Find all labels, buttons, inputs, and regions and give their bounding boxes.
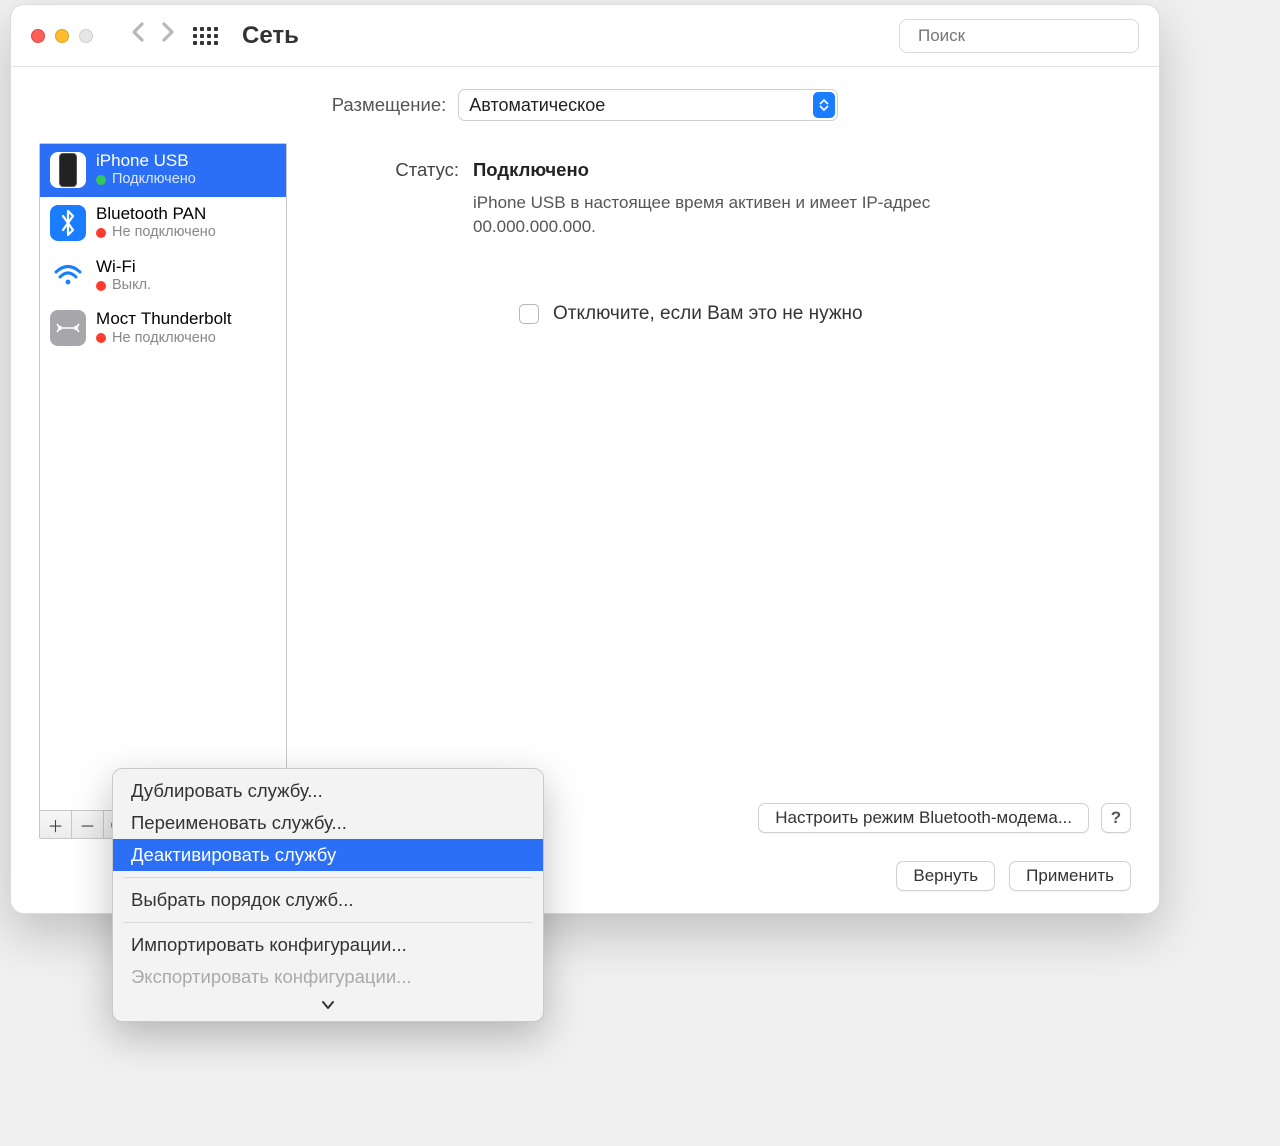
wifi-icon [50, 257, 86, 293]
menu-export-configurations[interactable]: Экспортировать конфигурации... [113, 961, 543, 993]
menu-separator [123, 922, 533, 923]
chevron-right-icon [160, 21, 176, 43]
zoom-window-button[interactable] [79, 29, 93, 43]
select-stepper-icon [813, 92, 835, 118]
search-field[interactable] [899, 19, 1139, 53]
apply-button[interactable]: Применить [1009, 861, 1131, 891]
menu-separator [123, 877, 533, 878]
status-block: Статус: Подключено iPhone USB в настояще… [303, 143, 1131, 239]
menu-rename-service[interactable]: Переименовать службу... [113, 807, 543, 839]
disable-if-not-needed-checkbox[interactable] [519, 304, 539, 324]
iphone-icon [50, 152, 86, 188]
window-controls [31, 29, 93, 43]
menu-duplicate-service[interactable]: Дублировать службу... [113, 775, 543, 807]
menu-deactivate-service[interactable]: Деактивировать службу [113, 839, 543, 871]
thunderbolt-bridge-icon [50, 310, 86, 346]
location-value: Автоматическое [469, 95, 605, 116]
status-value: Подключено [473, 159, 1131, 181]
search-input[interactable] [918, 26, 1139, 46]
location-row: Размещение: Автоматическое [11, 67, 1159, 143]
content-area: iPhone USB Подключено Bluetooth PAN Не п… [11, 143, 1159, 861]
status-dot-icon [96, 281, 106, 291]
services-sidebar: iPhone USB Подключено Bluetooth PAN Не п… [39, 143, 287, 839]
sidebar-item-thunderbolt-bridge[interactable]: Мост Thunderbolt Не подключено [40, 302, 286, 355]
add-service-button[interactable]: ＋ [40, 811, 72, 838]
status-dot-icon [96, 333, 106, 343]
location-select[interactable]: Автоматическое [458, 89, 838, 121]
page-title: Сеть [242, 22, 299, 50]
disable-if-not-needed-row: Отключите, если Вам это не нужно [519, 303, 1131, 325]
remove-service-button[interactable]: － [72, 811, 104, 838]
revert-button[interactable]: Вернуть [896, 861, 995, 891]
status-label: Статус: [363, 159, 459, 239]
service-list: iPhone USB Подключено Bluetooth PAN Не п… [40, 144, 286, 810]
menu-set-service-order[interactable]: Выбрать порядок служб... [113, 884, 543, 916]
location-label: Размещение: [332, 94, 447, 116]
close-window-button[interactable] [31, 29, 45, 43]
service-name: Мост Thunderbolt [96, 309, 232, 329]
menu-import-configurations[interactable]: Импортировать конфигурации... [113, 929, 543, 961]
forward-button[interactable] [153, 21, 183, 50]
status-dot-icon [96, 228, 106, 238]
bluetooth-icon [50, 205, 86, 241]
sidebar-item-wifi[interactable]: Wi-Fi Выкл. [40, 250, 286, 303]
service-name: Wi-Fi [96, 257, 151, 277]
sidebar-item-bluetooth-pan[interactable]: Bluetooth PAN Не подключено [40, 197, 286, 250]
chevron-left-icon [130, 21, 146, 43]
status-description: iPhone USB в настоящее время активен и и… [473, 191, 1013, 239]
titlebar: Сеть [11, 5, 1159, 67]
service-name: Bluetooth PAN [96, 204, 216, 224]
help-button[interactable]: ? [1101, 803, 1131, 833]
service-details-panel: Статус: Подключено iPhone USB в настояще… [303, 143, 1131, 839]
minimize-window-button[interactable] [55, 29, 69, 43]
sidebar-item-iphone-usb[interactable]: iPhone USB Подключено [40, 144, 286, 197]
disable-if-not-needed-label: Отключите, если Вам это не нужно [553, 303, 863, 325]
back-button[interactable] [123, 21, 153, 50]
service-actions-context-menu: Дублировать службу... Переименовать служ… [112, 768, 544, 1022]
show-all-prefs-button[interactable] [193, 27, 218, 45]
configure-bluetooth-modem-button[interactable]: Настроить режим Bluetooth-модема... [758, 803, 1089, 833]
status-dot-icon [96, 175, 106, 185]
menu-scroll-down-icon [113, 993, 543, 1013]
service-name: iPhone USB [96, 151, 196, 171]
